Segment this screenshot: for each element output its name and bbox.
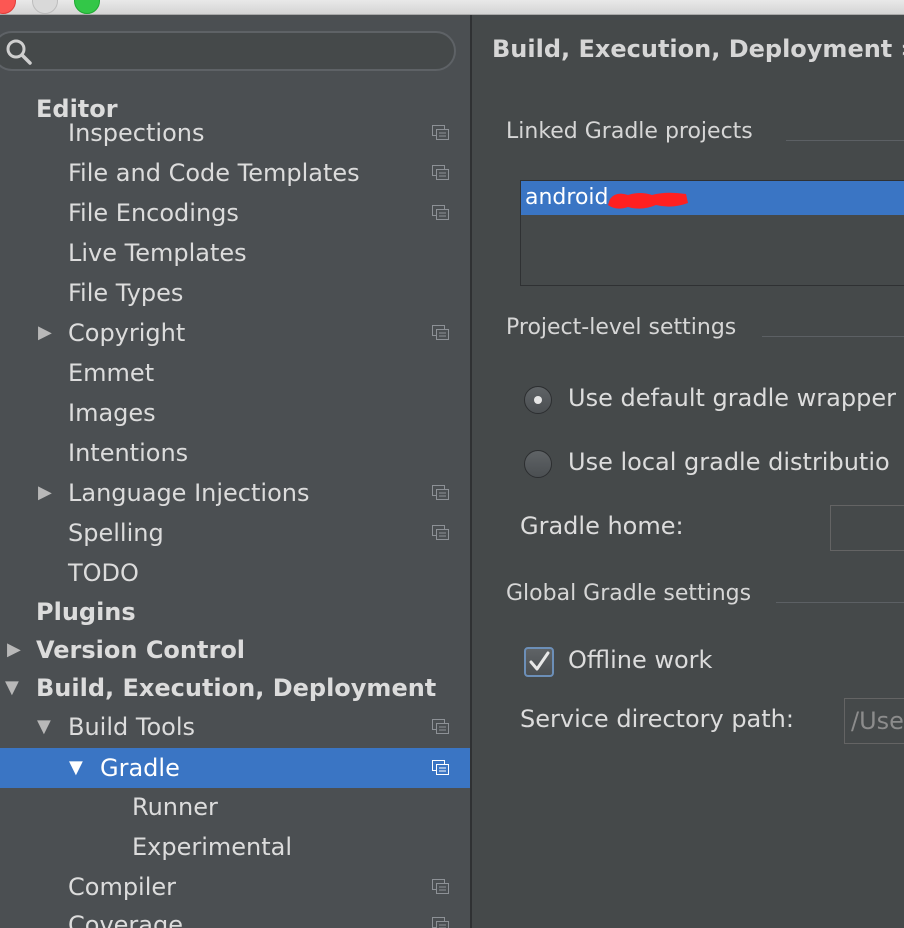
- project-settings-icon: [432, 205, 449, 220]
- tree-item-label: TODO: [68, 559, 139, 587]
- tree-item-emmet[interactable]: Emmet: [0, 353, 470, 393]
- tree-item-label: Build, Execution, Deployment: [36, 674, 437, 702]
- zoom-window-button[interactable]: [74, 0, 100, 14]
- tree-item-label: Version Control: [36, 636, 246, 664]
- tree-item-label: Live Templates: [68, 239, 247, 267]
- settings-search-input[interactable]: [0, 31, 456, 71]
- section-divider: [776, 602, 904, 603]
- tree-item-label: File Encodings: [68, 199, 239, 227]
- collapse-arrow-icon[interactable]: ▼: [69, 748, 83, 788]
- tree-item-label: Spelling: [68, 519, 164, 547]
- tree-item-compiler[interactable]: Compiler: [0, 867, 470, 907]
- tree-item-label: Compiler: [68, 873, 177, 901]
- close-window-button[interactable]: [0, 0, 16, 14]
- tree-item-build-tools[interactable]: ▼ Build Tools: [0, 707, 470, 747]
- offline-work-checkbox[interactable]: [524, 647, 554, 677]
- tree-item-runner[interactable]: Runner: [0, 787, 470, 827]
- tree-item-experimental[interactable]: Experimental: [0, 827, 470, 867]
- breadcrumb: Build, Execution, Deployment ›: [492, 35, 904, 63]
- project-settings-icon: [432, 760, 449, 775]
- tree-item-label: Emmet: [68, 359, 155, 387]
- tree-item-intentions[interactable]: Intentions: [0, 433, 470, 473]
- tree-item-label: File and Code Templates: [68, 159, 360, 187]
- linked-projects-section-title: Linked Gradle projects: [506, 119, 753, 144]
- collapse-arrow-icon[interactable]: ▼: [5, 668, 19, 708]
- tree-item-copyright[interactable]: ▶ Copyright: [0, 313, 470, 353]
- tree-item-coverage[interactable]: Coverage: [0, 905, 470, 928]
- checkmark-icon: [529, 651, 550, 671]
- tree-item-label: Coverage: [68, 911, 183, 928]
- local-distribution-radio[interactable]: [524, 450, 552, 478]
- tree-item-label: Inspections: [68, 119, 205, 147]
- tree-item-file-types[interactable]: File Types: [0, 273, 470, 313]
- expand-arrow-icon[interactable]: ▶: [38, 313, 52, 353]
- tree-item-images[interactable]: Images: [0, 393, 470, 433]
- expand-arrow-icon[interactable]: ▶: [38, 473, 52, 513]
- tree-item-build-execution-deployment[interactable]: ▼ Build, Execution, Deployment: [0, 668, 470, 708]
- tree-item-label: Gradle: [100, 754, 180, 782]
- minimize-window-button[interactable]: [32, 0, 58, 14]
- collapse-arrow-icon[interactable]: ▼: [37, 707, 51, 747]
- project-settings-icon: [432, 325, 449, 340]
- tree-item-label: Build Tools: [68, 713, 195, 741]
- tree-item-file-and-code-templates[interactable]: File and Code Templates: [0, 153, 470, 193]
- tree-item-label: Plugins: [36, 598, 136, 626]
- gradle-home-field[interactable]: [830, 505, 904, 551]
- tree-item-language-injections[interactable]: ▶ Language Injections: [0, 473, 470, 513]
- global-settings-section-title: Global Gradle settings: [506, 581, 752, 606]
- redaction-mark: [608, 192, 688, 209]
- project-settings-icon: [432, 719, 449, 734]
- default-wrapper-radio[interactable]: [524, 386, 552, 414]
- project-settings-icon: [432, 917, 449, 928]
- settings-window: Editor Inspections File and Code Templat…: [0, 0, 904, 928]
- gradle-home-label: Gradle home:: [520, 512, 684, 540]
- offline-work-label[interactable]: Offline work: [568, 646, 712, 674]
- tree-item-inspections[interactable]: Inspections: [0, 113, 470, 153]
- title-bar: [0, 0, 904, 15]
- search-icon: [6, 39, 32, 65]
- tree-item-plugins[interactable]: Plugins: [0, 592, 470, 632]
- tree-item-spelling[interactable]: Spelling: [0, 513, 470, 553]
- expand-arrow-icon[interactable]: ▶: [7, 630, 21, 670]
- linked-project-name: android: [525, 185, 609, 210]
- section-divider: [786, 140, 904, 141]
- project-level-section-title: Project-level settings: [506, 315, 737, 340]
- tree-item-label: Copyright: [68, 319, 186, 347]
- local-distribution-label[interactable]: Use local gradle distributio: [568, 448, 890, 476]
- tree-item-version-control[interactable]: ▶ Version Control: [0, 630, 470, 670]
- linked-projects-list[interactable]: android: [520, 180, 904, 286]
- project-settings-icon: [432, 125, 449, 140]
- tree-item-file-encodings[interactable]: File Encodings: [0, 193, 470, 233]
- project-settings-icon: [432, 485, 449, 500]
- section-divider: [762, 336, 904, 337]
- tree-item-gradle[interactable]: ▼ Gradle: [0, 748, 470, 788]
- tree-item-label: File Types: [68, 279, 184, 307]
- default-wrapper-label[interactable]: Use default gradle wrapper: [568, 384, 896, 412]
- tree-item-label: Images: [68, 399, 156, 427]
- project-settings-icon: [432, 165, 449, 180]
- tree-item-live-templates[interactable]: Live Templates: [0, 233, 470, 273]
- linked-project-item[interactable]: android: [521, 181, 904, 215]
- tree-item-label: Runner: [132, 793, 218, 821]
- tree-item-label: Intentions: [68, 439, 189, 467]
- service-directory-field[interactable]: /Use: [844, 698, 904, 744]
- settings-tree-panel: Editor Inspections File and Code Templat…: [0, 15, 470, 928]
- tree-item-todo[interactable]: TODO: [0, 553, 470, 593]
- project-settings-icon: [432, 525, 449, 540]
- service-directory-label: Service directory path:: [520, 705, 794, 733]
- radio-selected-dot: [534, 396, 542, 404]
- tree-item-label: Language Injections: [68, 479, 310, 507]
- tree-item-label: Experimental: [132, 833, 293, 861]
- gradle-settings-panel: Build, Execution, Deployment › Linked Gr…: [472, 15, 904, 928]
- project-settings-icon: [432, 879, 449, 894]
